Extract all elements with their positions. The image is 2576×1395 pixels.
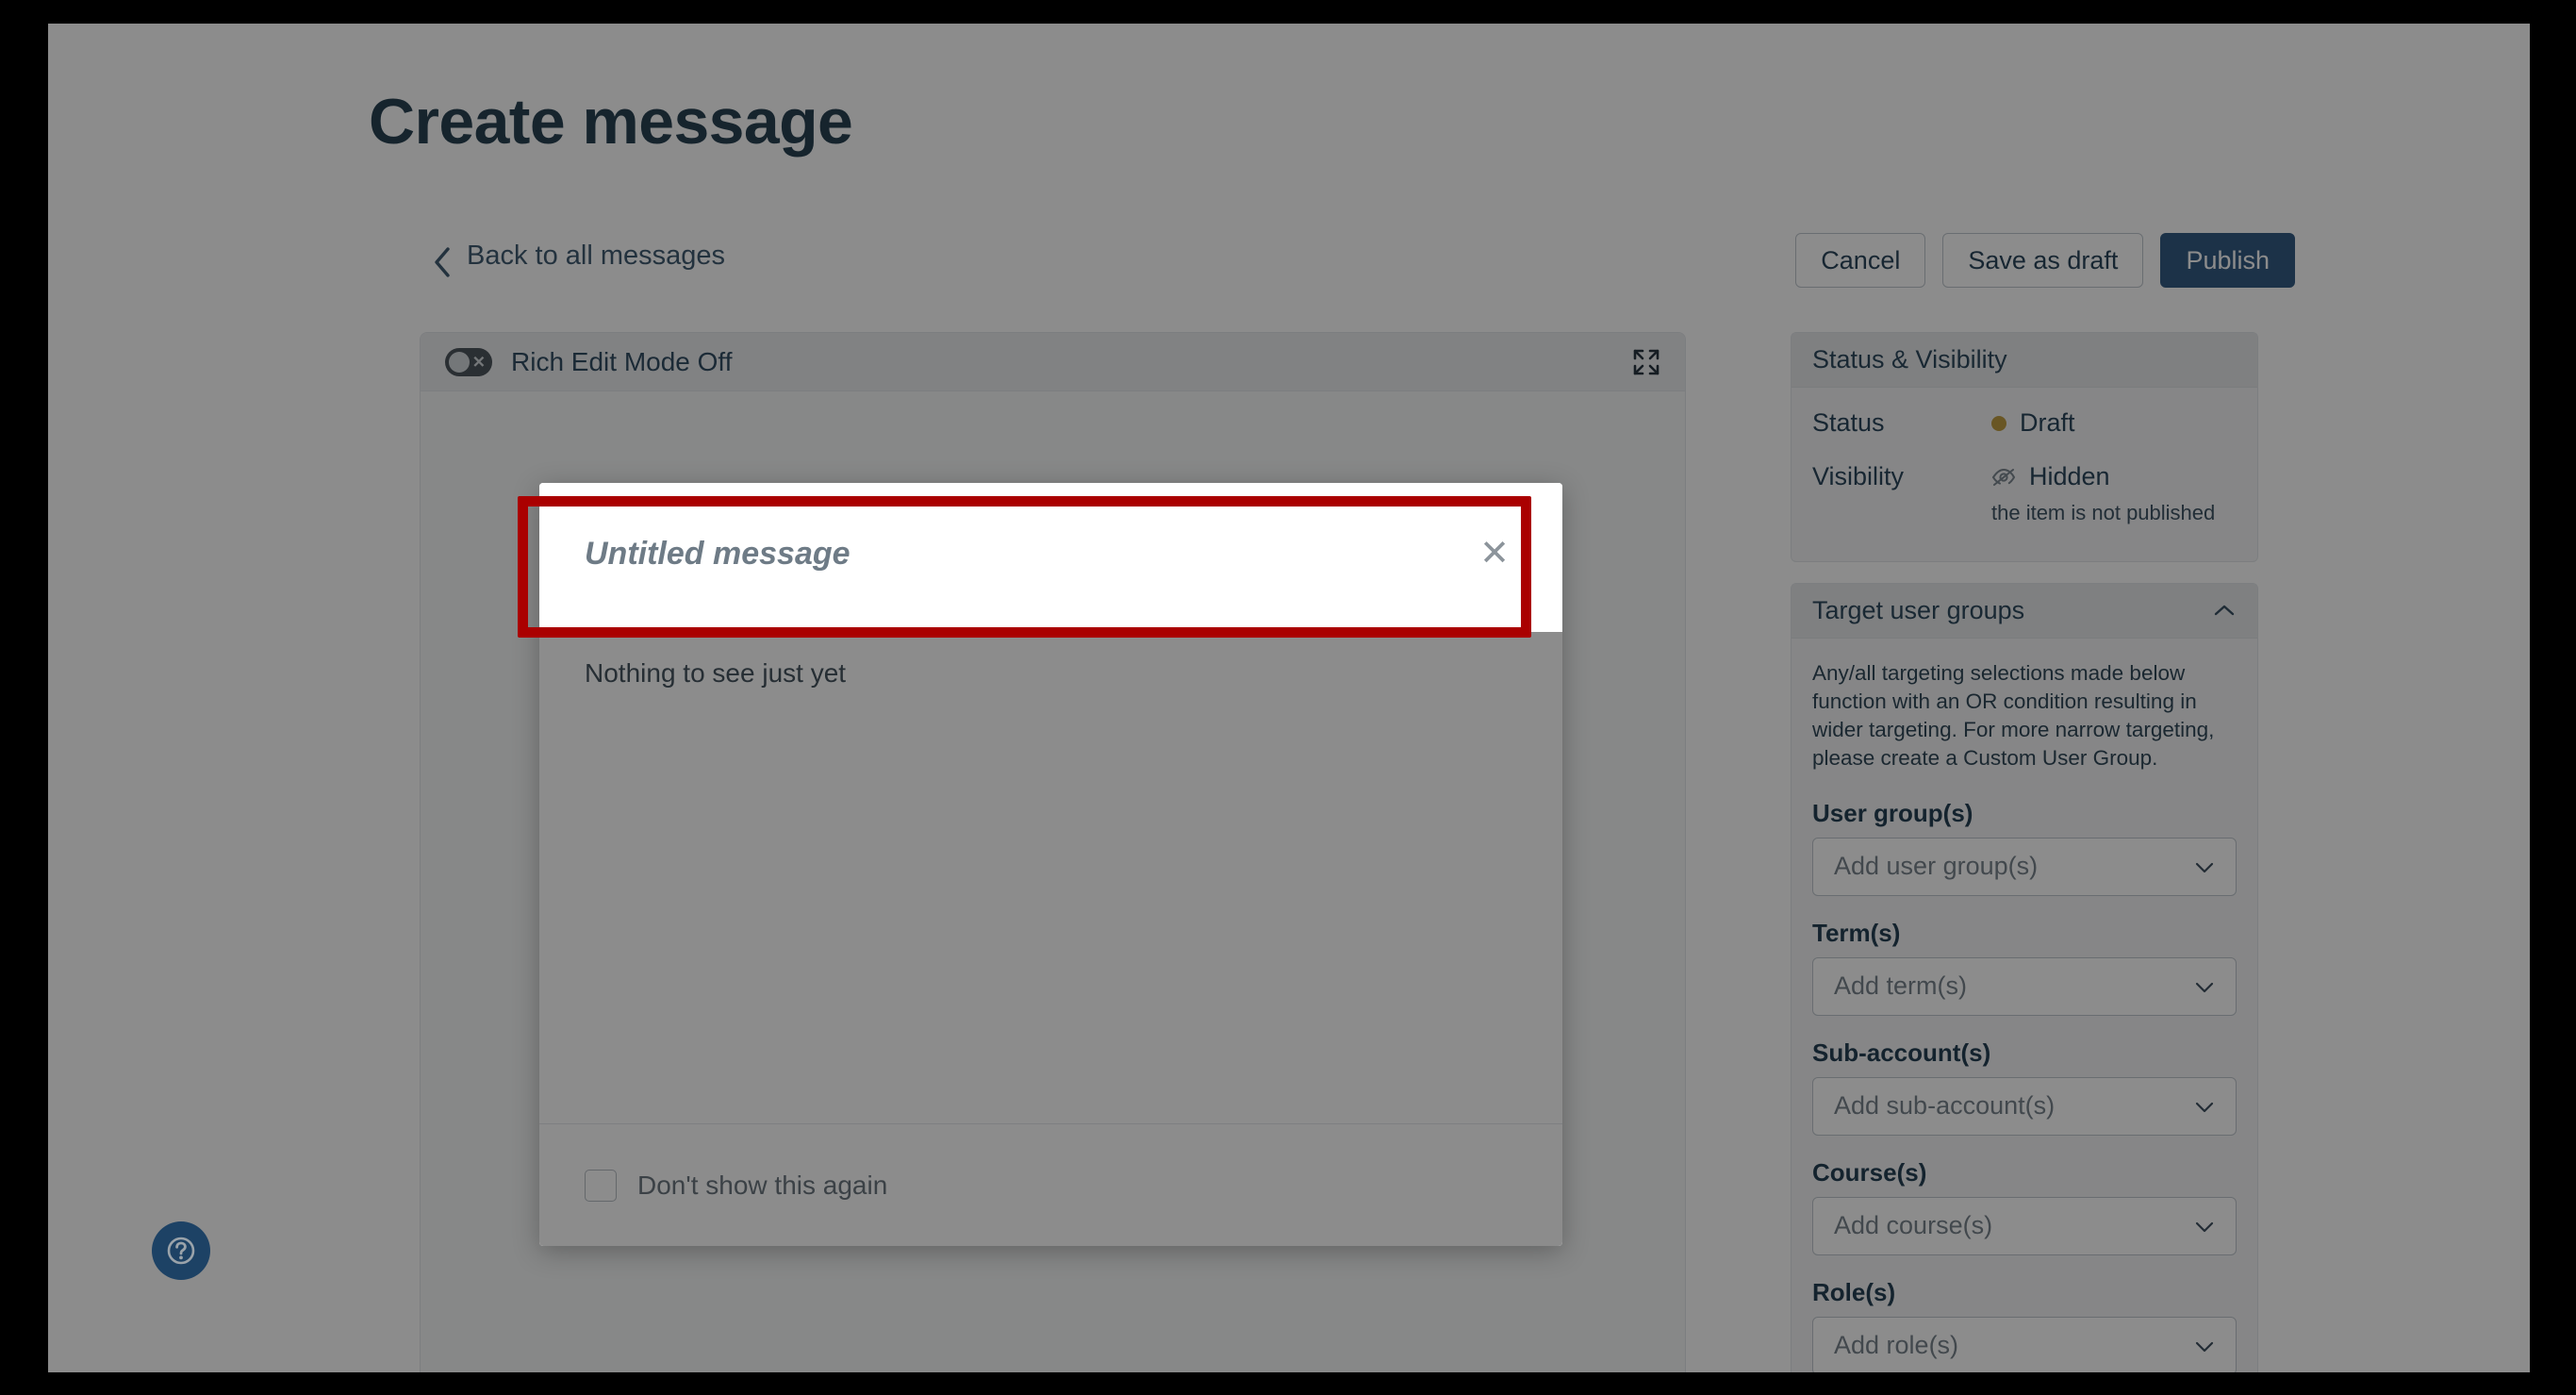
- modal-title: Untitled message: [585, 535, 850, 572]
- modal-body: Nothing to see just yet: [539, 624, 1562, 1123]
- app-viewport: Create message Back to all messages Canc…: [48, 24, 2530, 1372]
- modal-body-text: Nothing to see just yet: [585, 658, 847, 688]
- question-mark-icon: [167, 1237, 195, 1265]
- modal-header: Untitled message ✕: [539, 483, 1562, 624]
- dont-show-again-label[interactable]: Don't show this again: [637, 1171, 887, 1201]
- modal-card: Untitled message ✕ Nothing to see just y…: [539, 483, 1562, 1246]
- help-button[interactable]: [152, 1221, 210, 1280]
- untitled-message-modal: Untitled message ✕ Nothing to see just y…: [518, 483, 1562, 1246]
- close-icon[interactable]: ✕: [1470, 530, 1519, 577]
- dont-show-again-checkbox[interactable]: [585, 1169, 617, 1202]
- modal-footer: Don't show this again: [539, 1123, 1562, 1246]
